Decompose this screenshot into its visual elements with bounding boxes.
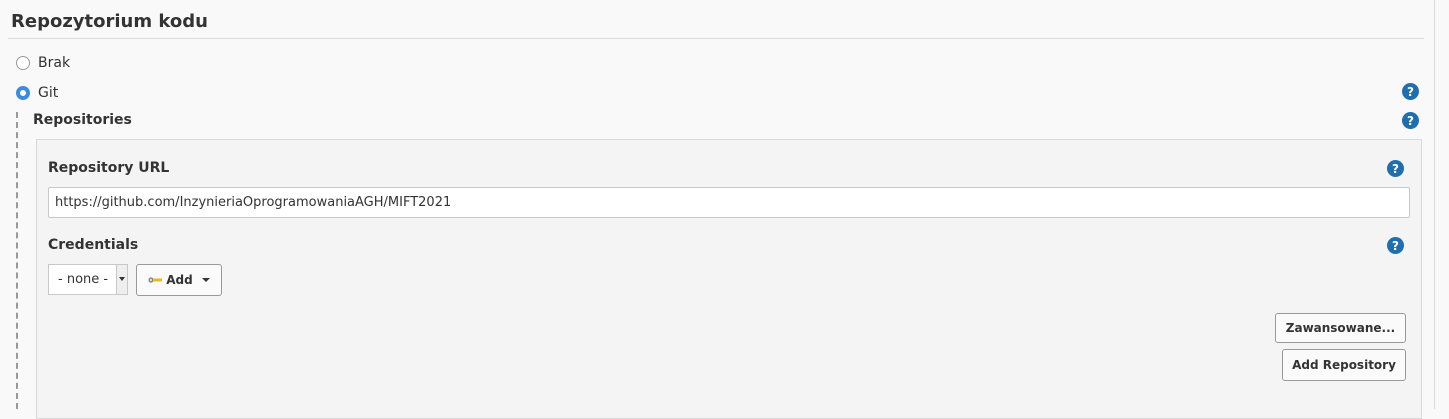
git-help-icon[interactable]: ? [1402, 83, 1419, 100]
add-credentials-button[interactable]: Add [136, 264, 222, 296]
scm-option-none[interactable]: Brak [16, 55, 70, 71]
credentials-select[interactable]: - none - [48, 264, 128, 295]
credentials-label: Credentials [48, 237, 139, 253]
repository-panel [36, 139, 1422, 419]
credentials-select-value: - none - [58, 272, 109, 287]
select-arrow-icon [116, 265, 127, 294]
repositories-help-icon[interactable]: ? [1402, 112, 1419, 129]
credentials-help-icon[interactable]: ? [1387, 237, 1404, 254]
repository-url-input[interactable] [48, 187, 1410, 218]
repository-url-label: Repository URL [48, 160, 170, 176]
scm-option-none-label: Brak [38, 55, 71, 71]
panel-border [1434, 0, 1435, 409]
git-section-guide [16, 112, 18, 409]
key-icon [148, 276, 163, 284]
section-divider [8, 38, 1424, 39]
add-repository-button[interactable]: Add Repository [1282, 349, 1406, 381]
repository-url-help-icon[interactable]: ? [1387, 160, 1404, 177]
radio-button-git[interactable] [16, 86, 30, 100]
advanced-button[interactable]: Zawansowane... [1275, 313, 1406, 343]
scm-option-git[interactable]: Git [16, 85, 58, 101]
caret-down-icon [201, 278, 210, 282]
scm-option-git-label: Git [38, 85, 59, 101]
radio-button-none[interactable] [16, 56, 30, 70]
section-title: Repozytorium kodu [11, 11, 208, 32]
add-credentials-label: Add [166, 273, 193, 287]
repositories-label: Repositories [33, 112, 132, 128]
